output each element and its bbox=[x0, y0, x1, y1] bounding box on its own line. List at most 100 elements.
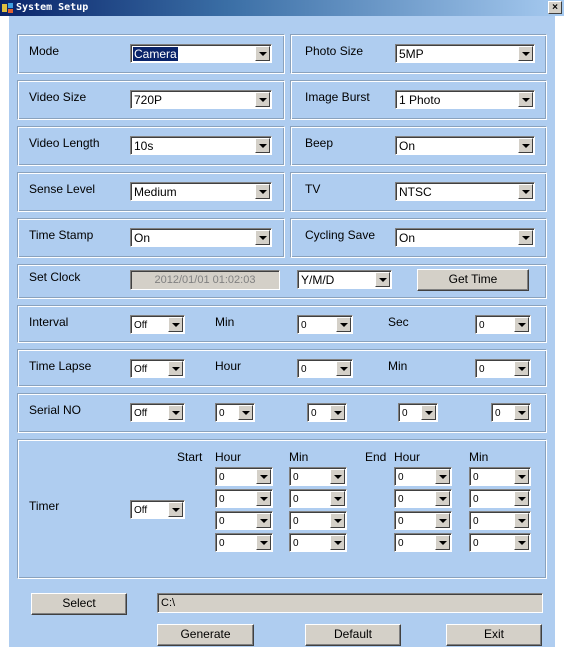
chevron-down-icon[interactable] bbox=[238, 405, 253, 420]
chevron-down-icon[interactable] bbox=[435, 513, 450, 528]
time-stamp-label: Time Stamp bbox=[29, 228, 94, 242]
chevron-down-icon[interactable] bbox=[168, 502, 183, 517]
timer-start-hour-4[interactable]: 0 bbox=[215, 533, 273, 552]
time-lapse-select[interactable]: Off bbox=[130, 359, 185, 378]
timer-end-hour-2[interactable]: 0 bbox=[394, 489, 452, 508]
chevron-down-icon[interactable] bbox=[330, 469, 345, 484]
chevron-down-icon[interactable] bbox=[255, 46, 270, 61]
chevron-down-icon[interactable] bbox=[255, 138, 270, 153]
chevron-down-icon[interactable] bbox=[330, 535, 345, 550]
chevron-down-icon[interactable] bbox=[514, 535, 529, 550]
interval-min-select[interactable]: 0 bbox=[297, 315, 353, 334]
output-path-field[interactable]: C:\ bbox=[157, 593, 543, 613]
image-burst-select[interactable]: 1 Photo bbox=[395, 90, 535, 109]
serial-digit-2[interactable]: 0 bbox=[307, 403, 347, 422]
chevron-down-icon[interactable] bbox=[518, 184, 533, 199]
date-format-select[interactable]: Y/M/D bbox=[297, 270, 392, 289]
timer-end-min-3[interactable]: 0 bbox=[469, 511, 531, 530]
chevron-down-icon[interactable] bbox=[514, 317, 529, 332]
chevron-down-icon[interactable] bbox=[518, 138, 533, 153]
timer-start-min-2[interactable]: 0 bbox=[289, 489, 347, 508]
default-button[interactable]: Default bbox=[305, 624, 401, 646]
timer-start-hour-3[interactable]: 0 bbox=[215, 511, 273, 530]
interval-select[interactable]: Off bbox=[130, 315, 185, 334]
timer-end-min-4[interactable]: 0 bbox=[469, 533, 531, 552]
chevron-down-icon[interactable] bbox=[255, 92, 270, 107]
chevron-down-icon[interactable] bbox=[256, 491, 271, 506]
chevron-down-icon[interactable] bbox=[514, 405, 529, 420]
chevron-down-icon[interactable] bbox=[518, 92, 533, 107]
sense-level-label: Sense Level bbox=[29, 182, 96, 196]
app-icon bbox=[2, 3, 13, 13]
chevron-down-icon[interactable] bbox=[435, 535, 450, 550]
chevron-down-icon[interactable] bbox=[168, 317, 183, 332]
timer-start-min-1[interactable]: 0 bbox=[289, 467, 347, 486]
chevron-down-icon[interactable] bbox=[336, 317, 351, 332]
timer-end-min-1[interactable]: 0 bbox=[469, 467, 531, 486]
timer-start-min-3[interactable]: 0 bbox=[289, 511, 347, 530]
exit-button[interactable]: Exit bbox=[446, 624, 542, 646]
serial-select[interactable]: Off bbox=[130, 403, 185, 422]
time-stamp-select[interactable]: On bbox=[130, 228, 272, 247]
chevron-down-icon[interactable] bbox=[168, 361, 183, 376]
timer-group bbox=[17, 439, 547, 579]
serial-digit-4[interactable]: 0 bbox=[491, 403, 531, 422]
serial-label: Serial NO bbox=[29, 403, 82, 417]
video-length-select[interactable]: 10s bbox=[130, 136, 272, 155]
timer-start-hour-label: Hour bbox=[215, 450, 242, 464]
timer-end-hour-3[interactable]: 0 bbox=[394, 511, 452, 530]
interval-label: Interval bbox=[29, 315, 69, 329]
tv-label: TV bbox=[305, 182, 321, 196]
serial-digit-1[interactable]: 0 bbox=[215, 403, 255, 422]
chevron-down-icon[interactable] bbox=[421, 405, 436, 420]
chevron-down-icon[interactable] bbox=[518, 46, 533, 61]
serial-digit-3[interactable]: 0 bbox=[398, 403, 438, 422]
chevron-down-icon[interactable] bbox=[435, 491, 450, 506]
chevron-down-icon[interactable] bbox=[375, 272, 390, 287]
chevron-down-icon[interactable] bbox=[330, 405, 345, 420]
interval-sec-label: Sec bbox=[388, 315, 409, 329]
time-lapse-min-select[interactable]: 0 bbox=[475, 359, 531, 378]
interval-group bbox=[17, 305, 547, 343]
chevron-down-icon[interactable] bbox=[256, 469, 271, 484]
chevron-down-icon[interactable] bbox=[336, 361, 351, 376]
chevron-down-icon[interactable] bbox=[168, 405, 183, 420]
set-clock-label: Set Clock bbox=[29, 270, 81, 284]
timer-start-min-label: Min bbox=[289, 450, 309, 464]
tv-select[interactable]: NTSC bbox=[395, 182, 535, 201]
timer-end-hour-1[interactable]: 0 bbox=[394, 467, 452, 486]
photo-size-select[interactable]: 5MP bbox=[395, 44, 535, 63]
chevron-down-icon[interactable] bbox=[255, 184, 270, 199]
timer-end-hour-4[interactable]: 0 bbox=[394, 533, 452, 552]
timer-start-min-4[interactable]: 0 bbox=[289, 533, 347, 552]
video-size-select[interactable]: 720P bbox=[130, 90, 272, 109]
generate-button[interactable]: Generate bbox=[157, 624, 254, 646]
time-lapse-hour-select[interactable]: 0 bbox=[297, 359, 353, 378]
get-time-button[interactable]: Get Time bbox=[417, 269, 529, 291]
sense-level-select[interactable]: Medium bbox=[130, 182, 272, 201]
select-button[interactable]: Select bbox=[31, 593, 127, 615]
beep-select[interactable]: On bbox=[395, 136, 535, 155]
cycling-save-label: Cycling Save bbox=[305, 228, 376, 242]
chevron-down-icon[interactable] bbox=[256, 513, 271, 528]
chevron-down-icon[interactable] bbox=[518, 230, 533, 245]
timer-end-min-2[interactable]: 0 bbox=[469, 489, 531, 508]
chevron-down-icon[interactable] bbox=[514, 491, 529, 506]
timer-select[interactable]: Off bbox=[130, 500, 185, 519]
datetime-field[interactable]: 2012/01/01 01:02:03 bbox=[130, 270, 280, 290]
time-lapse-min-label: Min bbox=[388, 359, 408, 373]
chevron-down-icon[interactable] bbox=[256, 535, 271, 550]
timer-start-hour-1[interactable]: 0 bbox=[215, 467, 273, 486]
chevron-down-icon[interactable] bbox=[514, 361, 529, 376]
chevron-down-icon[interactable] bbox=[255, 230, 270, 245]
chevron-down-icon[interactable] bbox=[330, 513, 345, 528]
cycling-save-select[interactable]: On bbox=[395, 228, 535, 247]
close-button[interactable]: × bbox=[548, 1, 562, 14]
mode-select[interactable]: Camera bbox=[130, 44, 272, 63]
chevron-down-icon[interactable] bbox=[435, 469, 450, 484]
chevron-down-icon[interactable] bbox=[514, 469, 529, 484]
chevron-down-icon[interactable] bbox=[514, 513, 529, 528]
chevron-down-icon[interactable] bbox=[330, 491, 345, 506]
timer-start-hour-2[interactable]: 0 bbox=[215, 489, 273, 508]
interval-sec-select[interactable]: 0 bbox=[475, 315, 531, 334]
